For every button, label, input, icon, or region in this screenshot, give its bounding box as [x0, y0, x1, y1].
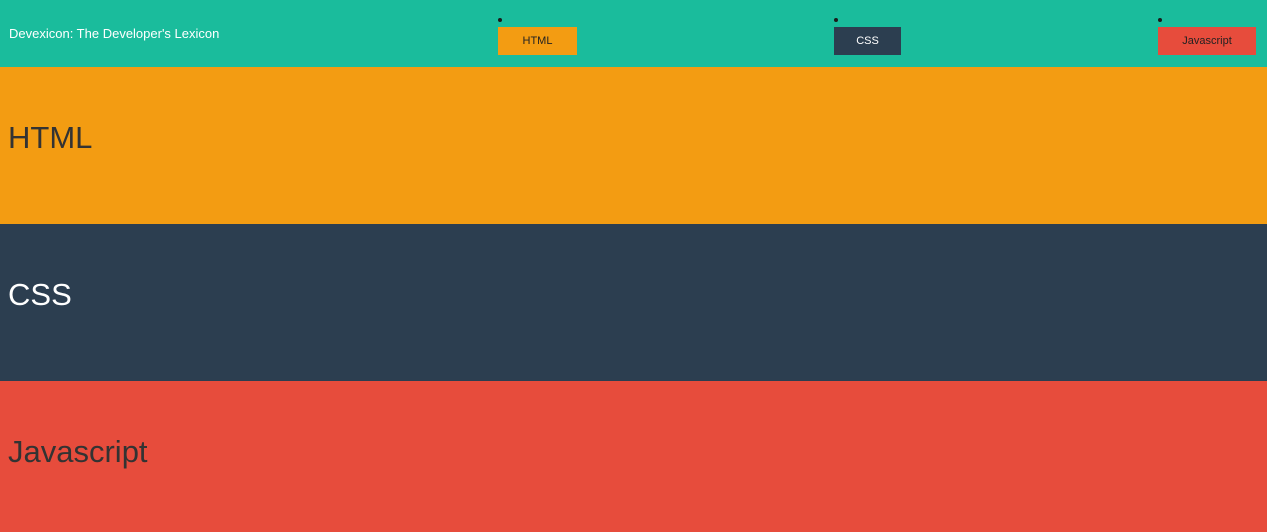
- section-title-javascript: Javascript: [8, 434, 148, 469]
- nav-button-html[interactable]: HTML: [498, 27, 577, 55]
- brand-title[interactable]: Devexicon: The Developer's Lexicon: [9, 26, 219, 41]
- section-title-css: CSS: [8, 277, 72, 312]
- nav-bullet-javascript: [1158, 18, 1162, 22]
- section-css: CSS: [0, 224, 1267, 381]
- nav-button-javascript[interactable]: Javascript: [1158, 27, 1256, 55]
- site-header: Devexicon: The Developer's Lexicon HTML …: [0, 0, 1267, 67]
- nav-button-css[interactable]: CSS: [834, 27, 901, 55]
- section-javascript: Javascript: [0, 381, 1267, 532]
- section-html: HTML: [0, 67, 1267, 224]
- nav-bullet-css: [834, 18, 838, 22]
- nav-bullet-html: [498, 18, 502, 22]
- section-title-html: HTML: [8, 120, 93, 155]
